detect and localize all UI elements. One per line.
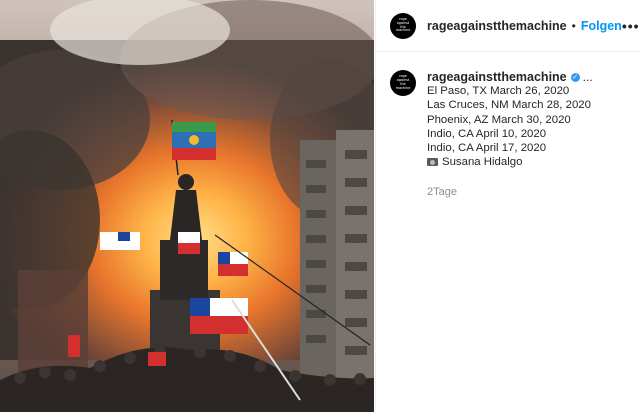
instagram-post: rage against the machine rageagainstthem… <box>0 0 640 412</box>
more-horizontal-icon[interactable]: ••• <box>622 18 640 34</box>
post-photo[interactable] <box>0 0 374 412</box>
caption-ellipsis: ... <box>582 70 593 84</box>
protest-photo-illustration <box>0 0 374 412</box>
photo-credit-name: Susana Hidalgo <box>442 156 523 169</box>
post-header: rage against the machine rageagainstthem… <box>376 0 640 52</box>
caption-line: Indio, CA April 17, 2020 <box>427 142 547 155</box>
header-username[interactable]: rageagainstthemachine <box>427 19 567 33</box>
caption-line: Phoenix, AZ March 30, 2020 <box>427 113 571 126</box>
caption-body: rageagainstthemachine ✓ ... El Paso, TX … <box>427 70 593 200</box>
camera-icon <box>427 158 438 167</box>
caption-user-line: rageagainstthemachine ✓ ... <box>427 70 593 84</box>
photo-credit: Susana Hidalgo <box>427 155 593 169</box>
caption-avatar[interactable]: rage against the machine <box>390 70 416 96</box>
follow-button[interactable]: Folgen <box>581 19 622 33</box>
caption-line: El Paso, TX March 26, 2020 <box>427 85 570 98</box>
caption-username[interactable]: rageagainstthemachine <box>427 70 567 84</box>
post-sidebar: rage against the machine rageagainstthem… <box>375 0 640 412</box>
caption-line: Las Cruces, NM March 28, 2020 <box>427 99 591 112</box>
profile-avatar[interactable]: rage against the machine <box>390 12 416 39</box>
verified-badge-icon: ✓ <box>570 72 580 82</box>
caption-line: Indio, CA April 10, 2020 <box>427 127 547 140</box>
header-separator: • <box>571 18 576 33</box>
caption: rage against the machine rageagainstthem… <box>376 52 640 200</box>
post-timestamp: 2Tage <box>427 186 457 199</box>
